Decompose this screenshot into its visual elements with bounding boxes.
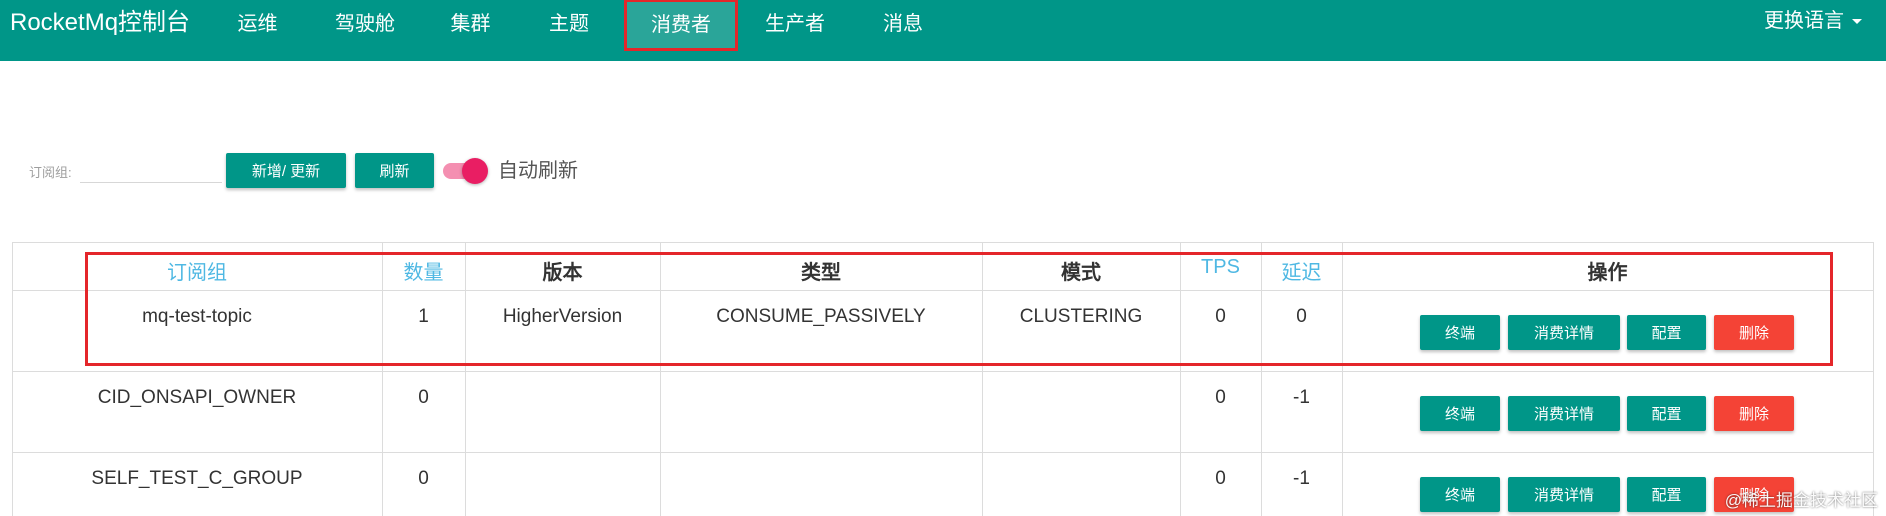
- nav-dashboard[interactable]: 驾驶舱: [320, 0, 410, 48]
- cell-count: 0: [418, 387, 429, 408]
- auto-refresh-label: 自动刷新: [498, 160, 578, 182]
- nav-topic[interactable]: 主题: [534, 0, 604, 48]
- table-border: [12, 242, 1874, 243]
- delete-button[interactable]: 删除: [1714, 477, 1794, 512]
- config-button[interactable]: 配置: [1627, 315, 1706, 350]
- consume-detail-button[interactable]: 消费详情: [1508, 396, 1620, 431]
- caret-down-icon: [1852, 19, 1862, 25]
- cell-group: SELF_TEST_C_GROUP: [91, 468, 303, 489]
- header-type: 类型: [801, 262, 841, 284]
- cell-group: CID_ONSAPI_OWNER: [97, 387, 297, 408]
- nav-message[interactable]: 消息: [868, 0, 938, 48]
- config-button[interactable]: 配置: [1627, 477, 1706, 512]
- cell-count: 0: [418, 468, 429, 489]
- nav-producer[interactable]: 生产者: [755, 0, 835, 48]
- cell-delay: -1: [1293, 468, 1310, 489]
- nav-consumer[interactable]: 消费者: [624, 0, 738, 51]
- cell-type: CONSUME_PASSIVELY: [716, 306, 926, 327]
- cell-version: HigherVersion: [502, 306, 623, 327]
- table-border: [12, 371, 1874, 372]
- top-nav-bar: RocketMq控制台 运维 驾驶舱 集群 主题 消费者 生产者 消息 更换语言: [0, 0, 1886, 61]
- client-button[interactable]: 终端: [1420, 396, 1500, 431]
- nav-ops[interactable]: 运维: [225, 0, 290, 48]
- header-mode: 模式: [1061, 262, 1101, 284]
- cell-tps: 0: [1215, 387, 1226, 408]
- client-button[interactable]: 终端: [1420, 315, 1500, 350]
- cell-tps: 0: [1215, 468, 1226, 489]
- consumer-table: 订阅组 数量 版本 类型 模式 TPS 延迟 操作 mq-test-topic …: [12, 242, 1874, 516]
- config-button[interactable]: 配置: [1627, 396, 1706, 431]
- cell-tps: 0: [1215, 306, 1226, 327]
- cell-group: mq-test-topic: [142, 306, 252, 327]
- language-menu-label: 更换语言: [1764, 10, 1844, 32]
- cell-delay: 0: [1296, 306, 1307, 327]
- delete-button[interactable]: 删除: [1714, 396, 1794, 431]
- cell-count: 1: [418, 306, 429, 327]
- table-border: [12, 290, 1874, 291]
- app-brand[interactable]: RocketMq控制台: [10, 10, 190, 36]
- nav-cluster[interactable]: 集群: [433, 0, 508, 48]
- header-count[interactable]: 数量: [382, 256, 465, 285]
- delete-button[interactable]: 删除: [1714, 315, 1794, 350]
- header-tps[interactable]: TPS: [1180, 256, 1261, 279]
- header-operations: 操作: [1587, 262, 1628, 284]
- cell-delay: -1: [1293, 387, 1310, 408]
- client-button[interactable]: 终端: [1420, 477, 1500, 512]
- header-version: 版本: [542, 262, 583, 284]
- header-delay[interactable]: 延迟: [1261, 256, 1342, 285]
- header-subscription-group[interactable]: 订阅组: [12, 256, 382, 285]
- auto-refresh-toggle[interactable]: [443, 158, 488, 184]
- toggle-thumb: [462, 158, 488, 184]
- add-update-button[interactable]: 新增/ 更新: [226, 153, 346, 188]
- consume-detail-button[interactable]: 消费详情: [1508, 477, 1620, 512]
- subscription-group-input[interactable]: [80, 158, 222, 183]
- refresh-button[interactable]: 刷新: [355, 153, 434, 188]
- language-menu[interactable]: 更换语言: [1764, 6, 1862, 36]
- subscription-group-label: 订阅组:: [29, 165, 72, 180]
- cell-mode: CLUSTERING: [1019, 306, 1143, 327]
- table-border: [12, 452, 1874, 453]
- table-border: [1873, 242, 1874, 516]
- consume-detail-button[interactable]: 消费详情: [1508, 315, 1620, 350]
